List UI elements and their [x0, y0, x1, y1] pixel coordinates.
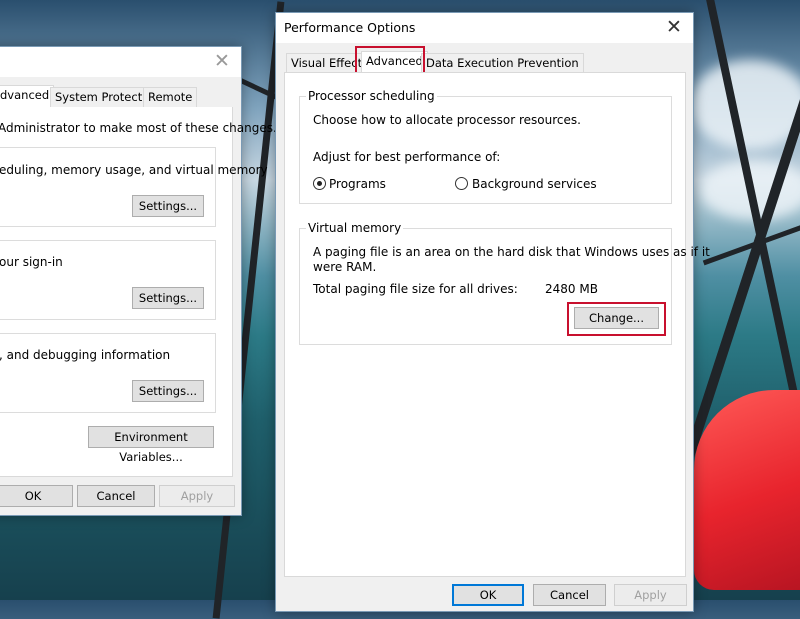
window-title: Performance Options	[284, 20, 416, 35]
user-profiles-group: our sign-in Settings...	[0, 240, 216, 320]
virtual-memory-description-line1: A paging file is an area on the hard dis…	[313, 245, 710, 259]
user-profiles-description: our sign-in	[0, 255, 63, 269]
virtual-memory-group: Virtual memory A paging file is an area …	[299, 221, 710, 345]
advanced-panel: Processor scheduling Choose how to alloc…	[284, 72, 710, 577]
environment-variables-button[interactable]: Environment Variables...	[88, 426, 214, 464]
programs-label[interactable]: Programs	[329, 177, 386, 191]
startup-recovery-description: , and debugging information	[0, 348, 171, 362]
performance-settings-button[interactable]: Settings...	[132, 195, 204, 217]
programs-radio[interactable]	[313, 177, 326, 190]
total-paging-value: 2480 MB	[545, 282, 598, 296]
performance-options-titlebar: Performance Options ✕	[276, 13, 693, 43]
performance-group: eduling, memory usage, and virtual memor…	[0, 147, 268, 227]
system-properties-panel: Administrator to make most of these chan…	[0, 107, 277, 477]
performance-description: eduling, memory usage, and virtual memor…	[0, 163, 268, 177]
processor-scheduling-group: Processor scheduling Choose how to alloc…	[299, 89, 672, 204]
performance-tabs: Visual Effects Advanced Data Execution P…	[284, 51, 684, 73]
tab-advanced[interactable]: dvanced	[0, 85, 55, 107]
virtual-memory-description-line2: were RAM.	[313, 260, 377, 274]
total-paging-label: Total paging file size for all drives:	[313, 282, 518, 296]
admin-note: Administrator to make most of these chan…	[0, 121, 277, 135]
system-ok-button[interactable]: OK	[0, 485, 73, 507]
startup-recovery-group: , and debugging information Settings...	[0, 333, 216, 413]
processor-description: Choose how to allocate processor resourc…	[313, 113, 581, 127]
user-profiles-settings-button[interactable]: Settings...	[132, 287, 204, 309]
system-properties-window: ✕ dvanced System Protection Remote Admin…	[0, 46, 277, 516]
close-icon[interactable]: ✕	[211, 50, 233, 72]
system-apply-button[interactable]: Apply	[159, 485, 235, 507]
system-properties-titlebar	[0, 47, 241, 77]
background-services-label[interactable]: Background services	[472, 177, 597, 191]
ok-button[interactable]: OK	[452, 584, 524, 606]
cancel-button[interactable]: Cancel	[533, 584, 606, 606]
tab-remote[interactable]: Remote	[143, 87, 198, 107]
background-services-radio[interactable]	[455, 177, 468, 190]
virtual-memory-title: Virtual memory	[306, 221, 404, 235]
adjust-label: Adjust for best performance of:	[313, 150, 501, 164]
system-cancel-button[interactable]: Cancel	[77, 485, 155, 507]
system-properties-tabs: dvanced System Protection Remote	[0, 85, 241, 107]
tab-data-execution-prevention[interactable]: Data Execution Prevention	[421, 53, 584, 73]
processor-scheduling-title: Processor scheduling	[306, 89, 437, 103]
performance-options-window: Performance Options ✕ Visual Effects Adv…	[275, 12, 710, 612]
change-button-highlight	[567, 302, 666, 336]
close-icon[interactable]: ✕	[663, 16, 685, 38]
apply-button[interactable]: Apply	[614, 584, 687, 606]
startup-recovery-settings-button[interactable]: Settings...	[132, 380, 204, 402]
